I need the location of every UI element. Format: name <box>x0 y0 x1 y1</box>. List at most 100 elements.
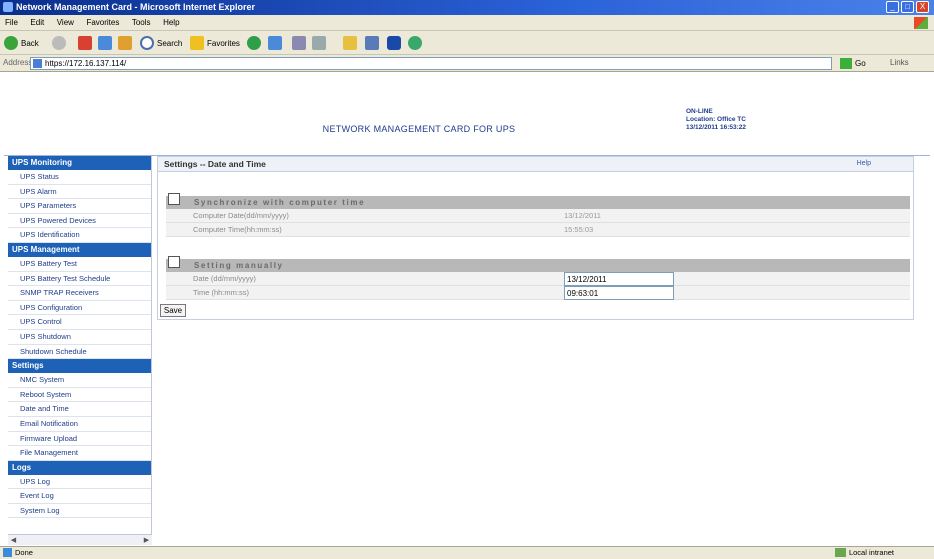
favorites-button[interactable]: Favorites <box>190 34 240 52</box>
manual-section-header: Setting manually <box>166 256 910 272</box>
ups-status: ON-LINE <box>686 108 713 115</box>
sidebar-item[interactable]: UPS Control <box>8 315 151 330</box>
status-right: Local intranet <box>834 548 894 557</box>
minimize-button[interactable]: _ <box>886 1 899 13</box>
edit-button[interactable] <box>343 34 360 52</box>
sidebar-item[interactable]: Date and Time <box>8 402 151 417</box>
scroll-left-icon[interactable]: ◀ <box>9 536 18 545</box>
sidebar-item[interactable]: UPS Configuration <box>8 301 151 316</box>
star-icon <box>190 36 204 50</box>
menu-edit[interactable]: Edit <box>25 15 49 29</box>
address-input[interactable]: https://172.16.137.114/ <box>30 57 832 70</box>
sync-section-header: Synchronize with computer time <box>166 193 910 209</box>
windows-logo-icon <box>914 17 928 29</box>
folder-icon <box>343 36 357 50</box>
manual-date-row: Date (dd/mm/yyyy) <box>166 272 910 286</box>
status-done: Done <box>15 548 33 557</box>
history-button[interactable] <box>268 34 285 52</box>
menu-help[interactable]: Help <box>158 15 184 29</box>
manual-date-input[interactable] <box>564 272 674 286</box>
address-url: https://172.16.137.114/ <box>45 59 127 68</box>
refresh-icon <box>98 36 112 50</box>
status-bar: Done Local intranet <box>0 546 934 559</box>
messenger-icon <box>408 36 422 50</box>
computer-date-label: Computer Date(dd/mm/yyyy) <box>193 211 289 220</box>
forward-button[interactable] <box>52 34 69 52</box>
status-zone: Local intranet <box>848 548 894 557</box>
messenger-button[interactable] <box>408 34 425 52</box>
ups-datetime: 13/12/2011 16:53:22 <box>686 124 746 131</box>
sidebar-item[interactable]: File Management <box>8 446 151 461</box>
menu-favorites[interactable]: Favorites <box>81 15 124 29</box>
sidebar-item[interactable]: System Log <box>8 504 151 519</box>
scroll-right-icon[interactable]: ▶ <box>142 536 151 545</box>
save-button[interactable]: Save <box>160 304 186 317</box>
go-arrow-icon <box>840 58 852 69</box>
back-arrow-icon <box>4 36 18 50</box>
menu-file[interactable]: File <box>0 15 23 29</box>
sidebar-item[interactable]: Event Log <box>8 489 151 504</box>
history-icon <box>268 36 282 50</box>
go-button[interactable]: Go <box>840 57 876 70</box>
links-button[interactable]: Links <box>890 58 909 67</box>
sidebar-scrollbar[interactable]: ◀ ▶ <box>8 534 152 545</box>
manual-time-input[interactable] <box>564 286 674 300</box>
sidebar-item[interactable]: UPS Alarm <box>8 185 151 200</box>
maximize-button[interactable]: □ <box>901 1 914 13</box>
help-link[interactable]: Help <box>857 160 871 167</box>
mail-button[interactable] <box>292 34 309 52</box>
stop-button[interactable] <box>78 34 95 52</box>
print-icon <box>312 36 326 50</box>
home-button[interactable] <box>118 34 135 52</box>
home-icon <box>118 36 132 50</box>
manual-time-row: Time (hh:mm:ss) <box>166 286 910 300</box>
sidebar-item[interactable]: UPS Battery Test <box>8 257 151 272</box>
sidebar-item[interactable]: UPS Battery Test Schedule <box>8 272 151 287</box>
bluetooth-button[interactable] <box>387 34 404 52</box>
sidebar-item[interactable]: UPS Powered Devices <box>8 214 151 229</box>
print-button[interactable] <box>312 34 329 52</box>
sidebar-item[interactable]: Email Notification <box>8 417 151 432</box>
web-page: NETWORK MANAGEMENT CARD FOR UPS ON-LINE … <box>0 72 934 546</box>
menu-view[interactable]: View <box>52 15 79 29</box>
panel-title: Settings -- Date and Time <box>164 159 266 169</box>
stop-icon <box>78 36 92 50</box>
computer-time-label: Computer Time(hh:mm:ss) <box>193 225 282 234</box>
manual-checkbox[interactable] <box>168 256 180 268</box>
manual-date-label: Date (dd/mm/yyyy) <box>193 274 256 283</box>
window-title-bar: Network Management Card - Microsoft Inte… <box>0 0 934 15</box>
back-button[interactable]: Back <box>4 34 39 52</box>
sidebar-item[interactable]: UPS Status <box>8 170 151 185</box>
refresh-button[interactable] <box>98 34 115 52</box>
discuss-button[interactable] <box>365 34 382 52</box>
search-button[interactable]: Search <box>140 34 182 52</box>
sidebar-section-1[interactable]: UPS Management <box>8 242 151 257</box>
sidebar-item[interactable]: UPS Identification <box>8 228 151 243</box>
sidebar-item[interactable]: NMC System <box>8 373 151 388</box>
sidebar-section-2[interactable]: Settings <box>8 359 151 374</box>
computer-date-row: Computer Date(dd/mm/yyyy) 13/12/2011 <box>166 209 910 223</box>
sidebar-item[interactable]: Firmware Upload <box>8 432 151 447</box>
menu-tools[interactable]: Tools <box>127 15 156 29</box>
status-left: Done <box>3 548 33 557</box>
media-icon <box>247 36 261 50</box>
back-label: Back <box>21 38 39 48</box>
computer-time-value: 15:55:03 <box>564 225 594 234</box>
go-label: Go <box>855 59 866 68</box>
sidebar-section-3[interactable]: Logs <box>8 460 151 475</box>
page-header: NETWORK MANAGEMENT CARD FOR UPS ON-LINE … <box>4 86 930 156</box>
media-button[interactable] <box>247 34 264 52</box>
sidebar-item[interactable]: UPS Log <box>8 475 151 490</box>
sync-checkbox[interactable] <box>168 193 180 205</box>
sidebar-item[interactable]: SNMP TRAP Receivers <box>8 286 151 301</box>
sidebar-item[interactable]: UPS Parameters <box>8 199 151 214</box>
panel-header: Settings -- Date and Time Help <box>157 156 914 172</box>
sidebar-section-0[interactable]: UPS Monitoring <box>8 156 151 170</box>
sidebar-item[interactable]: Reboot System <box>8 388 151 403</box>
manual-time-label: Time (hh:mm:ss) <box>193 288 249 297</box>
favorites-label: Favorites <box>207 38 240 48</box>
close-button[interactable]: X <box>916 1 929 13</box>
sidebar: UPS Monitoring UPS Status UPS Alarm UPS Par… <box>8 156 152 545</box>
sidebar-item[interactable]: Shutdown Schedule <box>8 345 151 360</box>
sidebar-item[interactable]: UPS Shutdown <box>8 330 151 345</box>
